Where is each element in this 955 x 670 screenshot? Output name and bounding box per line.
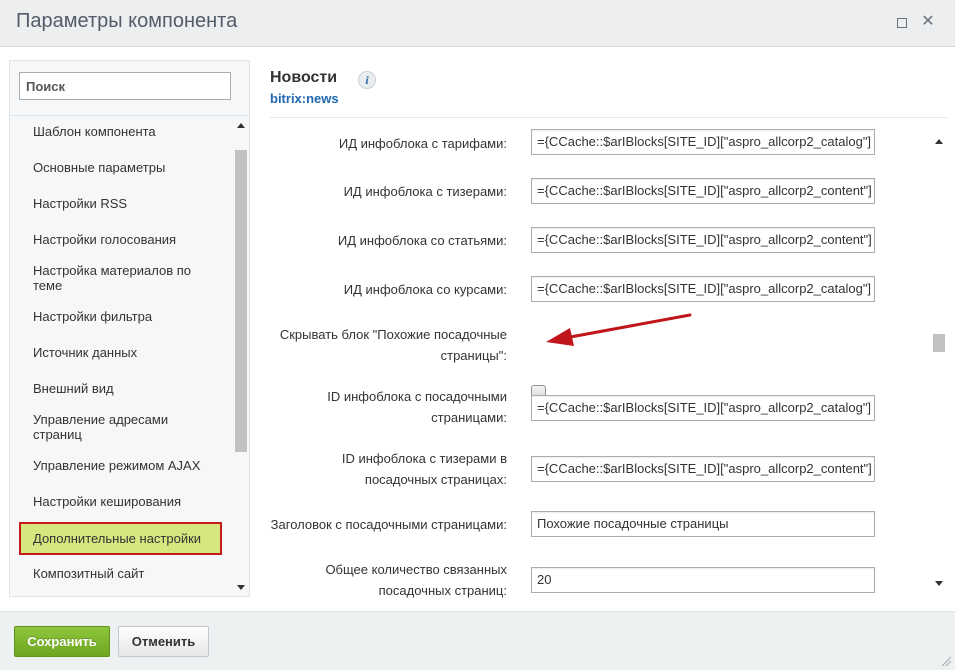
param-label-line: посадочных страниц:	[378, 583, 507, 598]
sidebar-item-voting[interactable]: Настройки голосования	[19, 232, 222, 247]
landings-iblock-input[interactable]: ={CCache::$arIBlocks[SITE_ID]["aspro_all…	[531, 395, 875, 421]
scroll-up-icon[interactable]	[237, 123, 245, 128]
maximize-icon[interactable]	[894, 14, 910, 30]
sidebar-item-caching[interactable]: Настройки кеширования	[19, 494, 222, 509]
scroll-up-icon[interactable]	[935, 139, 943, 144]
sidebar-item-component-template[interactable]: Шаблон компонента	[19, 124, 222, 139]
dialog-content: Шаблон компонента Основные параметры Нас…	[0, 47, 955, 611]
window-titlebar: Параметры компонента ✕	[0, 0, 955, 47]
scroll-down-icon[interactable]	[935, 581, 943, 586]
sidebar-item-filter[interactable]: Настройки фильтра	[19, 309, 222, 324]
param-label: ИД инфоблока со статьями:	[337, 233, 507, 248]
search-input[interactable]	[19, 72, 231, 100]
articles-iblock-input[interactable]: ={CCache::$arIBlocks[SITE_ID]["aspro_all…	[531, 227, 875, 253]
courses-iblock-input[interactable]: ={CCache::$arIBlocks[SITE_ID]["aspro_all…	[531, 276, 875, 302]
param-label: ИД инфоблока со курсами:	[343, 282, 507, 297]
sidebar-item-appearance[interactable]: Внешний вид	[19, 381, 222, 396]
param-label: Скрывать блок "Похожие посадочные страни…	[280, 324, 507, 366]
landings-count-input[interactable]: 20	[531, 567, 875, 593]
scrollbar-thumb[interactable]	[235, 150, 247, 452]
component-code: bitrix:news	[270, 91, 339, 106]
dialog-footer: Сохранить Отменить	[0, 611, 955, 670]
sections-list: Шаблон компонента Основные параметры Нас…	[10, 116, 234, 596]
save-button[interactable]: Сохранить	[14, 626, 110, 657]
param-label-line: страницами:	[431, 410, 507, 425]
form-scrollbar[interactable]	[931, 133, 947, 593]
component-title: Новости	[270, 69, 338, 86]
param-label-line: посадочных страницах:	[364, 472, 507, 487]
window-title: Параметры компонента	[16, 10, 238, 32]
param-label-line: страницы":	[440, 348, 507, 363]
param-label-line: Скрывать блок "Похожие посадочные	[279, 327, 507, 342]
param-label: ID инфоблока с посадочными страницами:	[327, 386, 507, 428]
resize-grip-icon[interactable]	[940, 655, 952, 667]
sidebar-item-main-params[interactable]: Основные параметры	[19, 160, 222, 175]
param-label-line: ID инфоблока с посадочными	[327, 389, 507, 404]
param-label: ИД инфоблока с тизерами:	[343, 184, 507, 199]
sections-sidebar: Шаблон компонента Основные параметры Нас…	[9, 60, 250, 597]
scroll-down-icon[interactable]	[237, 585, 245, 590]
sidebar-item-additional-settings[interactable]: Дополнительные настройки	[19, 522, 222, 555]
scrollbar-thumb[interactable]	[933, 334, 945, 352]
cancel-button[interactable]: Отменить	[118, 626, 209, 657]
sidebar-item-rss[interactable]: Настройки RSS	[19, 196, 222, 211]
info-icon[interactable]: i	[358, 71, 376, 89]
sidebar-item-data-source[interactable]: Источник данных	[19, 345, 222, 360]
landings-title-input[interactable]: Похожие посадочные страницы	[531, 511, 875, 537]
close-icon[interactable]: ✕	[920, 14, 936, 30]
sidebar-item-ajax[interactable]: Управление режимом AJAX	[19, 458, 222, 473]
landing-teasers-iblock-input[interactable]: ={CCache::$arIBlocks[SITE_ID]["aspro_all…	[531, 456, 875, 482]
param-label: ID инфоблока с тизерами в посадочных стр…	[342, 448, 507, 490]
param-label: Заголовок с посадочными страницами:	[270, 517, 507, 532]
sidebar-item-page-urls[interactable]: Управление адресами страниц	[19, 412, 179, 442]
param-label-line: Общее количество связанных	[325, 562, 507, 577]
params-form: ИД инфоблока с тарифами: ={CCache::$arIB…	[262, 118, 930, 600]
sidebar-item-composite-site[interactable]: Композитный сайт	[19, 566, 222, 581]
param-label: ИД инфоблока с тарифами:	[338, 136, 507, 151]
param-label: Общее количество связанных посадочных ст…	[325, 559, 507, 600]
sidebar-scrollbar[interactable]	[234, 117, 248, 595]
param-label-line: ID инфоблока с тизерами в	[341, 451, 507, 466]
teasers-iblock-input[interactable]: ={CCache::$arIBlocks[SITE_ID]["aspro_all…	[531, 178, 875, 204]
tariffs-iblock-input[interactable]: ={CCache::$arIBlocks[SITE_ID]["aspro_all…	[531, 129, 875, 155]
sidebar-item-related-materials[interactable]: Настройка материалов по теме	[19, 263, 199, 293]
